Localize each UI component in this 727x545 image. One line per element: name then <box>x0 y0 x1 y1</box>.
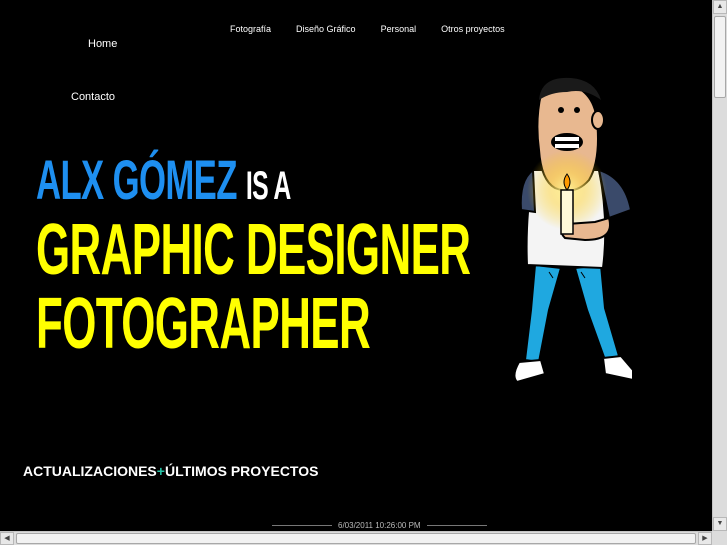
arrow-up-icon[interactable]: ▲ <box>713 0 727 14</box>
headline-graphic-designer: GRAPHIC DESIGNER <box>36 210 471 290</box>
nav-link-otros-proyectos[interactable]: Otros proyectos <box>441 24 505 34</box>
nav-link-fotografia[interactable]: Fotografía <box>230 24 271 34</box>
nav-link-personal[interactable]: Personal <box>381 24 417 34</box>
arrow-right-icon[interactable]: ▶ <box>698 532 712 545</box>
updates-heading: ACTUALIZACIONES+ÚLTIMOS PROYECTOS <box>23 463 318 479</box>
divider-left <box>272 525 332 526</box>
latest-projects-label: ÚLTIMOS PROYECTOS <box>164 463 319 479</box>
arrow-left-icon[interactable]: ◀ <box>0 532 14 545</box>
scrollbar-corner <box>712 531 727 545</box>
vertical-scrollbar[interactable]: ▲ ▼ <box>712 0 727 531</box>
headline-name: ALX GÓMEZ <box>36 148 237 211</box>
page: Fotografía Diseño Gráfico Personal Otros… <box>0 0 712 531</box>
updates-label: ACTUALIZACIONES <box>23 463 157 479</box>
post-timestamp: 6/03/2011 10:26:00 PM <box>338 521 421 530</box>
divider-right <box>426 525 487 526</box>
plus-sign: + <box>156 463 165 479</box>
headline-line-1: ALX GÓMEZ IS A <box>36 152 291 208</box>
nav-link-home[interactable]: Home <box>88 38 117 50</box>
cartoon-character-illustration <box>513 77 634 384</box>
post-timestamp-row: 6/03/2011 10:26:00 PM <box>272 521 487 530</box>
horizontal-scroll-thumb[interactable] <box>16 533 696 544</box>
nav-link-contacto[interactable]: Contacto <box>71 91 115 103</box>
headline-is-a: IS A <box>245 164 291 208</box>
nav-link-diseno-grafico[interactable]: Diseño Gráfico <box>296 24 356 34</box>
headline-fotographer: FOTOGRAPHER <box>36 284 371 364</box>
vertical-scroll-thumb[interactable] <box>714 16 726 98</box>
arrow-down-icon[interactable]: ▼ <box>713 517 727 531</box>
top-navigation: Fotografía Diseño Gráfico Personal Otros… <box>230 24 530 34</box>
horizontal-scrollbar[interactable]: ◀ ▶ <box>0 531 727 545</box>
